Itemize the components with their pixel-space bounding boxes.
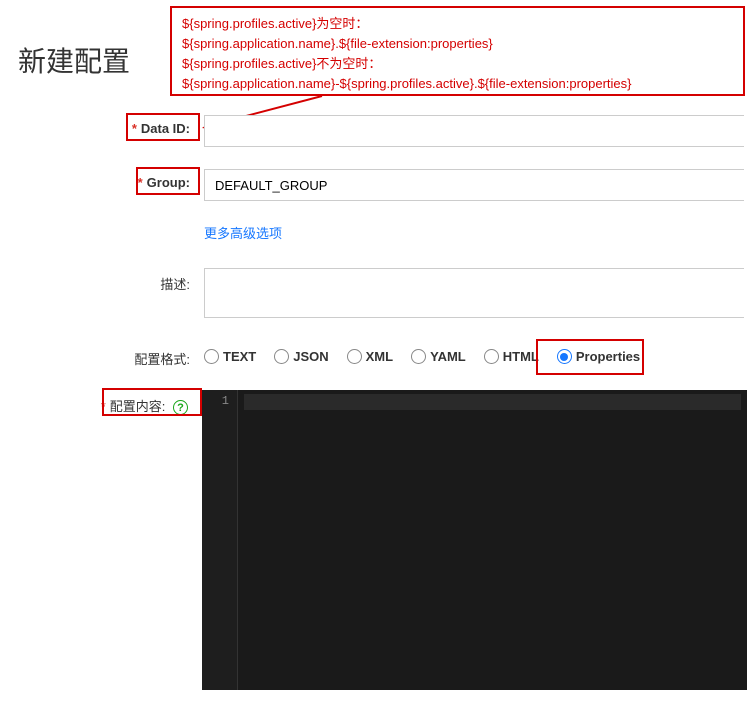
row-more-options: 更多高级选项	[0, 223, 747, 242]
active-line-highlight	[244, 394, 741, 410]
label-group: *Group:	[0, 169, 200, 190]
annotation-line-4: ${spring.application.name}-${spring.prof…	[182, 74, 733, 94]
radio-circle-selected-icon	[557, 349, 572, 364]
radio-yaml[interactable]: YAML	[411, 349, 466, 364]
format-radio-group: TEXT JSON XML YAML HTML	[204, 343, 747, 364]
annotation-callout: ${spring.profiles.active}为空时： ${spring.a…	[170, 6, 745, 96]
row-group: *Group:	[0, 169, 747, 201]
editor-area[interactable]	[238, 390, 747, 690]
row-format: 配置格式: TEXT JSON XML YAML	[0, 343, 747, 368]
radio-html[interactable]: HTML	[484, 349, 539, 364]
annotation-line-1: ${spring.profiles.active}为空时：	[182, 14, 733, 34]
config-form: *Data ID: *Group: 更多高级选项 描述: 配置格式:	[0, 115, 747, 712]
label-description: 描述:	[0, 268, 200, 293]
content-code-editor[interactable]: 1	[202, 390, 747, 690]
row-description: 描述:	[0, 268, 747, 321]
line-number: 1	[202, 394, 229, 408]
editor-gutter: 1	[202, 390, 238, 690]
radio-properties[interactable]: Properties	[557, 349, 640, 364]
radio-circle-icon	[347, 349, 362, 364]
label-content: *配置内容: ?	[0, 390, 198, 415]
required-mark: *	[132, 121, 137, 136]
radio-json[interactable]: JSON	[274, 349, 328, 364]
page-title: 新建配置	[18, 40, 130, 80]
radio-xml[interactable]: XML	[347, 349, 393, 364]
more-options-link[interactable]: 更多高级选项	[204, 226, 282, 241]
radio-circle-icon	[274, 349, 289, 364]
description-textarea[interactable]	[204, 268, 744, 318]
label-data-id: *Data ID:	[0, 115, 200, 136]
row-content: *配置内容: ? 1	[0, 390, 747, 690]
row-data-id: *Data ID:	[0, 115, 747, 147]
radio-circle-icon	[204, 349, 219, 364]
radio-circle-icon	[411, 349, 426, 364]
radio-circle-icon	[484, 349, 499, 364]
required-mark: *	[138, 175, 143, 190]
radio-text[interactable]: TEXT	[204, 349, 256, 364]
required-mark: *	[101, 399, 106, 414]
label-format: 配置格式:	[0, 343, 200, 368]
data-id-input[interactable]	[204, 115, 744, 147]
group-input[interactable]	[204, 169, 744, 201]
annotation-line-3: ${spring.profiles.active}不为空时：	[182, 54, 733, 74]
annotation-line-2: ${spring.application.name}.${file-extens…	[182, 34, 733, 54]
help-icon[interactable]: ?	[173, 400, 188, 415]
